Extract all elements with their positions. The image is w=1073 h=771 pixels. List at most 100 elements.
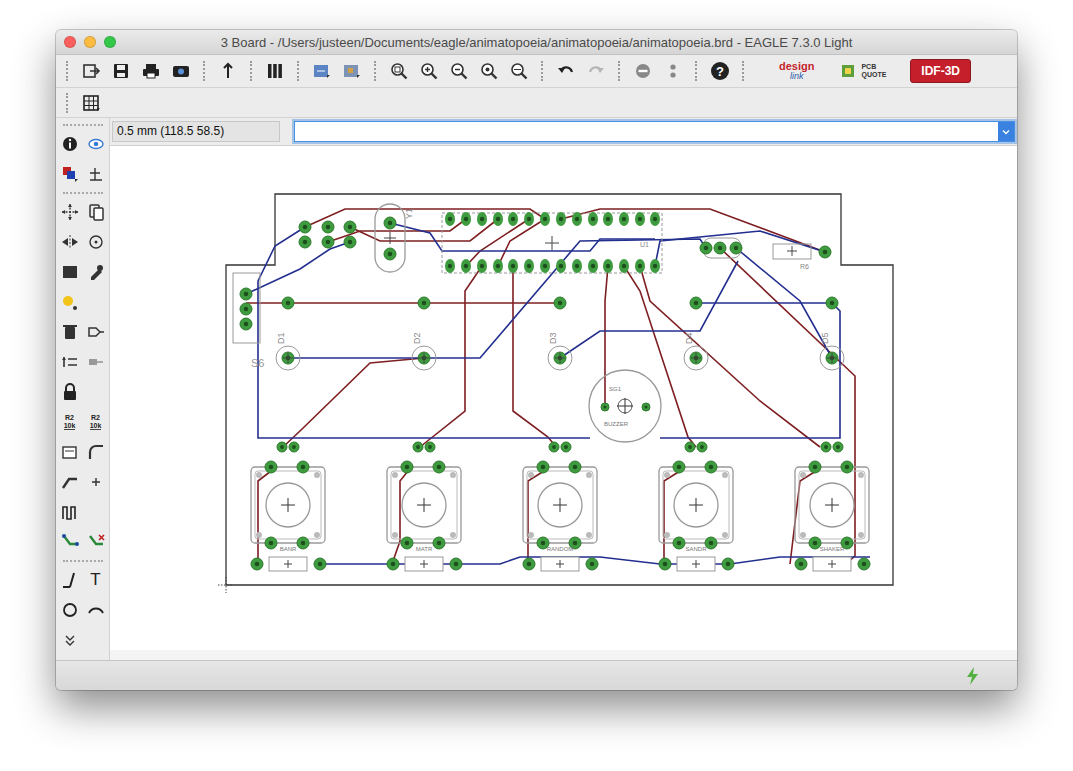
pad[interactable] [819, 246, 831, 258]
layers-tool[interactable] [59, 163, 81, 185]
info-tool[interactable] [59, 133, 81, 155]
close-button[interactable] [64, 36, 76, 48]
pad[interactable] [297, 537, 309, 549]
pad[interactable] [722, 558, 734, 570]
zoom-out-button[interactable] [447, 59, 471, 83]
toolbar-grip[interactable] [66, 93, 69, 113]
top-trace[interactable] [640, 266, 820, 447]
bottom-trace[interactable] [390, 223, 655, 251]
pad[interactable] [418, 352, 430, 364]
led[interactable]: D5 [820, 297, 844, 370]
pad[interactable] [659, 558, 671, 570]
pad[interactable] [833, 442, 843, 452]
push-button[interactable]: MATR [387, 442, 462, 571]
pad[interactable] [714, 242, 726, 254]
cam-button[interactable] [169, 59, 193, 83]
command-input[interactable] [295, 122, 998, 141]
move-tool[interactable] [59, 201, 81, 223]
print-button[interactable] [139, 59, 163, 83]
bottom-trace[interactable] [258, 227, 305, 281]
command-field[interactable] [294, 121, 1015, 142]
arc-tool[interactable] [85, 599, 107, 621]
led[interactable]: D4 [684, 297, 708, 370]
push-button[interactable]: SANDR [659, 442, 734, 571]
push-button[interactable]: RANDOM [523, 442, 598, 571]
board-canvas[interactable]: Y1U1R6S6D1D2D3D4D5SG1BUZZERBANRMATRRANDO… [110, 145, 1017, 660]
pad[interactable] [240, 303, 252, 315]
pad[interactable] [240, 318, 252, 330]
top-trace[interactable] [258, 471, 271, 564]
go-button[interactable] [661, 59, 685, 83]
sch-button[interactable] [310, 59, 334, 83]
pad[interactable] [425, 442, 435, 452]
grid-button[interactable] [79, 91, 103, 115]
chip[interactable]: U1 [442, 212, 662, 273]
add-tool[interactable] [85, 321, 107, 343]
toolbar-grip[interactable] [66, 61, 69, 81]
up-button[interactable] [216, 59, 240, 83]
pad[interactable] [697, 442, 707, 452]
pad[interactable] [289, 442, 299, 452]
bottom-trace[interactable] [258, 281, 590, 438]
pad[interactable] [821, 442, 831, 452]
gateswap-tool[interactable] [85, 351, 107, 373]
push-button[interactable]: BANR [251, 442, 326, 571]
bottom-trace[interactable] [560, 261, 738, 358]
top-trace[interactable] [350, 219, 498, 241]
top-trace[interactable] [790, 471, 816, 564]
group-tool[interactable] [59, 261, 81, 283]
pad[interactable] [554, 297, 566, 309]
optimize-tool[interactable] [85, 471, 107, 493]
led[interactable]: D2 [412, 297, 436, 370]
pad[interactable] [561, 442, 571, 452]
redo-button[interactable] [584, 59, 608, 83]
zoom-select-button[interactable] [507, 59, 531, 83]
pad[interactable] [387, 558, 399, 570]
minimize-button[interactable] [84, 36, 96, 48]
pad[interactable] [795, 558, 807, 570]
value-tool[interactable]: R210k [85, 411, 107, 433]
route-tool[interactable] [59, 531, 81, 553]
top-trace[interactable] [466, 219, 529, 266]
pad[interactable] [401, 537, 413, 549]
help-button[interactable]: ? [711, 62, 729, 80]
columns-button[interactable] [263, 59, 287, 83]
ripup-tool[interactable] [85, 531, 107, 553]
pad[interactable] [314, 558, 326, 570]
pad[interactable] [705, 461, 717, 473]
pad[interactable] [826, 352, 838, 364]
pad[interactable] [413, 442, 423, 452]
pad[interactable] [265, 461, 277, 473]
pad[interactable] [251, 558, 263, 570]
crystal[interactable]: Y1 [375, 204, 414, 272]
split-tool[interactable] [59, 471, 81, 493]
paste-tool[interactable] [59, 291, 81, 313]
meander-tool[interactable] [59, 501, 81, 523]
pad[interactable] [265, 537, 277, 549]
bottom-trace[interactable] [288, 239, 706, 358]
pad[interactable] [299, 221, 311, 233]
pad[interactable] [549, 442, 559, 452]
text-tool[interactable]: T [85, 569, 107, 591]
zoom-in-button[interactable] [417, 59, 441, 83]
top-trace[interactable] [305, 209, 545, 227]
smash-tool[interactable] [59, 441, 81, 463]
pad[interactable] [322, 221, 334, 233]
delete-tool[interactable] [59, 321, 81, 343]
stop-button[interactable] [631, 59, 655, 83]
pad[interactable] [690, 297, 702, 309]
pad[interactable] [730, 242, 742, 254]
pad[interactable] [282, 352, 294, 364]
pad[interactable] [297, 461, 309, 473]
open-button[interactable] [79, 59, 103, 83]
pad[interactable] [344, 236, 356, 248]
pinswap-tool[interactable] [59, 351, 81, 373]
bottom-trace[interactable] [655, 231, 825, 266]
pad[interactable] [433, 461, 445, 473]
wire-tool[interactable] [59, 569, 81, 591]
toolbar-grip[interactable] [63, 124, 103, 126]
name-tool[interactable]: R210k [59, 411, 81, 433]
pad[interactable] [401, 461, 413, 473]
zoom-fit-button[interactable] [387, 59, 411, 83]
pad[interactable] [642, 403, 650, 411]
